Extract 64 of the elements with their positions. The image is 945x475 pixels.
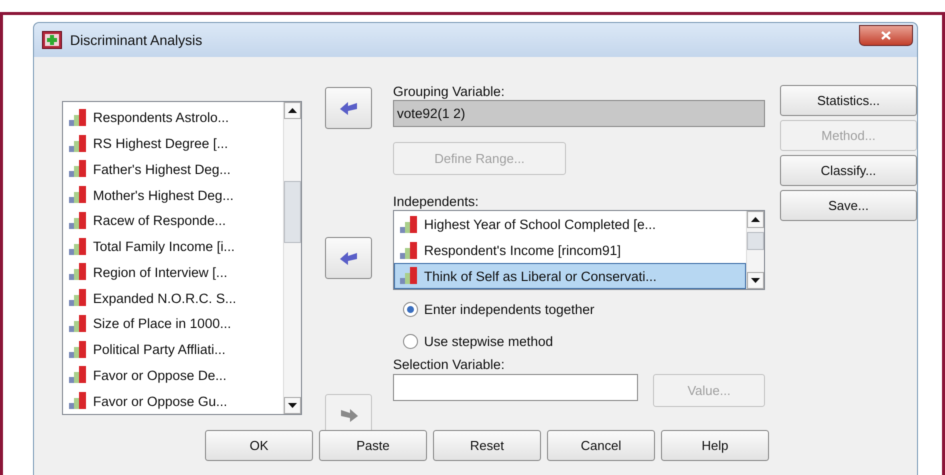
scale-variable-icon <box>68 340 88 360</box>
independent-item[interactable]: Highest Year of School Completed [e... <box>394 212 746 238</box>
scroll-thumb[interactable] <box>284 181 301 243</box>
scale-variable-icon <box>399 266 419 286</box>
dialog-button[interactable]: Classify... <box>780 155 917 186</box>
variable-item[interactable]: Size of Place in 1000... <box>63 311 283 337</box>
selection-variable-field[interactable] <box>393 374 638 401</box>
dialog-button[interactable]: Reset <box>433 430 541 461</box>
scale-variable-icon <box>68 210 88 231</box>
variable-item[interactable]: RS Highest Degree [... <box>63 130 283 156</box>
scale-variable-icon <box>68 185 88 206</box>
radio-button[interactable] <box>403 334 418 349</box>
selection-variable-label: Selection Variable: <box>393 357 506 372</box>
variable-item[interactable]: Mother's Highest Deg... <box>63 182 283 208</box>
scrollbar[interactable] <box>746 211 764 289</box>
grouping-variable-label: Grouping Variable: <box>393 84 506 99</box>
scale-variable-icon <box>399 240 419 260</box>
variable-item[interactable]: Father's Highest Deg... <box>63 156 283 182</box>
radio-label: Use stepwise method <box>424 334 554 349</box>
dialog-button[interactable]: Paste <box>319 430 427 461</box>
scrollbar[interactable] <box>283 102 301 414</box>
radio-button[interactable] <box>403 302 418 317</box>
close-button[interactable] <box>859 24 913 46</box>
dialog-button[interactable]: Statistics... <box>780 85 917 116</box>
dialog-button[interactable]: Save... <box>780 190 917 221</box>
scale-variable-icon <box>68 134 88 154</box>
window-title: Discriminant Analysis <box>70 32 204 48</box>
scale-variable-icon <box>68 108 88 128</box>
variable-item[interactable]: Region of Interview [... <box>63 260 283 286</box>
dialog-button[interactable]: Cancel <box>547 430 655 461</box>
variable-item[interactable]: Respondents Astrolo... <box>63 105 283 131</box>
move-button[interactable] <box>325 237 372 279</box>
dialog-button[interactable]: Help <box>661 430 769 461</box>
arrow-right-icon <box>338 407 358 423</box>
scale-variable-icon <box>68 288 88 308</box>
scroll-down-icon <box>751 278 760 283</box>
scale-variable-icon <box>399 214 419 235</box>
scale-variable-icon <box>68 314 88 334</box>
variable-item[interactable]: Favor or Oppose Gu... <box>63 388 283 414</box>
scroll-down-icon <box>288 403 297 408</box>
radio-label: Enter independents together <box>424 302 594 317</box>
scroll-thumb[interactable] <box>747 232 764 250</box>
variable-item[interactable]: Racew of Responde... <box>63 208 283 234</box>
variable-item[interactable]: Expanded N.O.R.C. S... <box>63 285 283 311</box>
independent-item[interactable]: Think of Self as Liberal or Conservati... <box>394 263 746 289</box>
independents-label: Independents: <box>393 194 480 209</box>
arrow-left-icon <box>338 100 358 116</box>
grouping-variable-field[interactable]: vote92(1 2) <box>393 100 765 127</box>
scale-variable-icon <box>68 365 88 386</box>
scale-variable-icon <box>68 391 88 412</box>
close-icon <box>881 30 891 40</box>
variable-item[interactable]: Total Family Income [i... <box>63 234 283 260</box>
scale-variable-icon <box>68 159 88 180</box>
move-button[interactable] <box>325 87 372 129</box>
scroll-up-icon <box>751 217 760 222</box>
variable-item[interactable]: Political Party Affliati... <box>63 336 283 362</box>
variable-item[interactable]: Favor or Oppose De... <box>63 362 283 388</box>
scale-variable-icon <box>68 262 88 282</box>
scale-variable-icon <box>68 236 88 257</box>
dialog-button[interactable]: OK <box>205 430 313 461</box>
arrow-left-icon <box>338 250 358 266</box>
independent-item[interactable]: Respondent's Income [rincom91] <box>394 238 746 264</box>
app-icon <box>42 31 62 49</box>
scroll-up-icon <box>288 108 297 113</box>
